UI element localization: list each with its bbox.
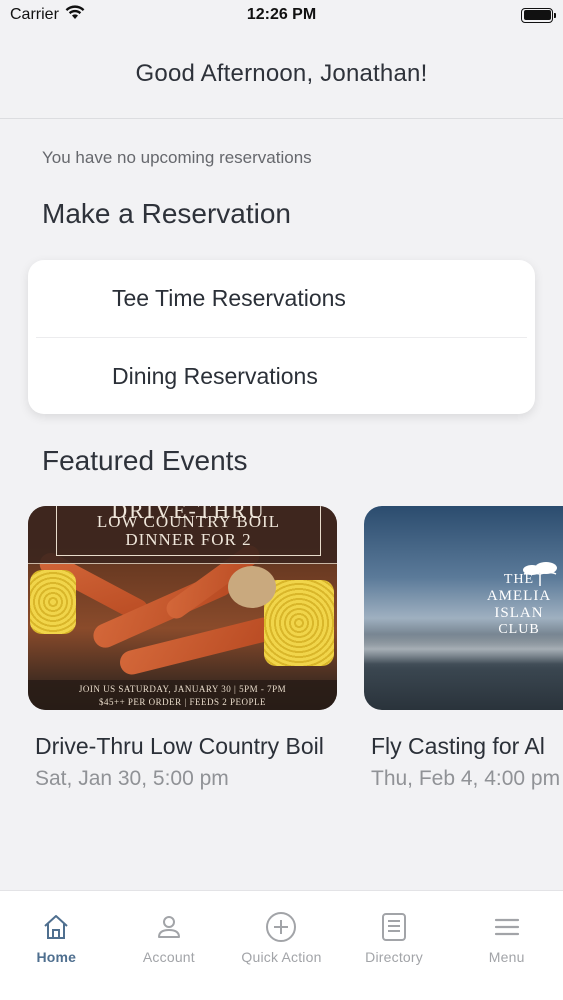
event-image-line1: LOW COUNTRY BOIL (96, 512, 281, 531)
event-banner-frame: DRIVE-THRU LOW COUNTRY BOIL DINNER FOR 2 (56, 506, 321, 556)
header: Good Afternoon, Jonathan! (0, 30, 563, 119)
sea-foam (364, 634, 563, 664)
event-image-boil[interactable]: DRIVE-THRU LOW COUNTRY BOIL DINNER FOR 2… (28, 506, 337, 710)
tab-menu[interactable]: Menu (451, 911, 563, 1000)
event-image-footer-line2: $45++ PER ORDER | FEEDS 2 PEOPLE (99, 697, 266, 707)
tab-quick-action[interactable]: Quick Action (225, 911, 337, 1000)
account-icon (153, 911, 185, 943)
plus-circle-icon (265, 911, 297, 943)
make-reservation-title: Make a Reservation (42, 198, 292, 229)
dining-reservations-button[interactable]: Dining Reservations (28, 338, 535, 414)
tab-label: Home (36, 949, 77, 965)
event-card-low-country-boil[interactable]: DRIVE-THRU LOW COUNTRY BOIL DINNER FOR 2… (28, 506, 337, 791)
battery-icon (521, 7, 556, 23)
tab-home[interactable]: Home (0, 911, 112, 1000)
status-left: Carrier (10, 5, 85, 25)
greeting-title: Good Afternoon, Jonathan! (135, 60, 428, 87)
event-date: Sat, Jan 30, 5:00 pm (35, 767, 229, 790)
crab-body (228, 566, 276, 608)
club-logo-line3: CLUB (498, 622, 540, 637)
featured-events-title: Featured Events (42, 445, 248, 476)
event-title[interactable]: Fly Casting for Al (364, 732, 563, 761)
tree-icon (523, 562, 557, 586)
corn (30, 570, 76, 634)
event-card-fly-casting[interactable]: THE AMELIA ISLAN CLUB Fly Casting for Al… (364, 506, 563, 791)
directory-icon (378, 911, 410, 943)
tab-bar: Home Account Quick Action Directory Menu (0, 890, 563, 1000)
tab-label: Quick Action (241, 949, 322, 965)
event-title[interactable]: Drive-Thru Low Country Boil (28, 732, 328, 761)
event-banner: DRIVE-THRU LOW COUNTRY BOIL DINNER FOR 2 (28, 506, 337, 564)
tab-label: Account (142, 949, 195, 965)
club-logo-line2: AMELIA ISLAN (486, 588, 552, 621)
home-icon (40, 911, 72, 943)
no-reservations-message: You have no upcoming reservations (42, 148, 312, 167)
event-image-footer: JOIN US SATURDAY, JANUARY 30 | 5PM - 7PM… (28, 680, 337, 710)
tee-time-reservations-button[interactable]: Tee Time Reservations (28, 260, 535, 337)
club-logo: THE AMELIA ISLAN CLUB (464, 562, 563, 638)
featured-events-carousel[interactable]: DRIVE-THRU LOW COUNTRY BOIL DINNER FOR 2… (0, 506, 563, 836)
status-bar: Carrier 12:26 PM (0, 0, 563, 30)
carrier-label: Carrier (10, 6, 59, 23)
reservation-card: Tee Time Reservations Dining Reservation… (28, 260, 535, 414)
menu-icon (491, 911, 523, 943)
wifi-icon (65, 5, 85, 25)
tab-directory[interactable]: Directory (338, 911, 450, 1000)
event-image-line2: DINNER FOR 2 (125, 530, 252, 549)
event-image-sea[interactable]: THE AMELIA ISLAN CLUB (364, 506, 563, 710)
tab-label: Directory (365, 949, 423, 965)
event-image-footer-line1: JOIN US SATURDAY, JANUARY 30 | 5PM - 7PM (78, 684, 287, 694)
tab-label: Menu (488, 949, 525, 965)
tab-account[interactable]: Account (113, 911, 225, 1000)
event-date: Thu, Feb 4, 4:00 pm (371, 767, 561, 790)
